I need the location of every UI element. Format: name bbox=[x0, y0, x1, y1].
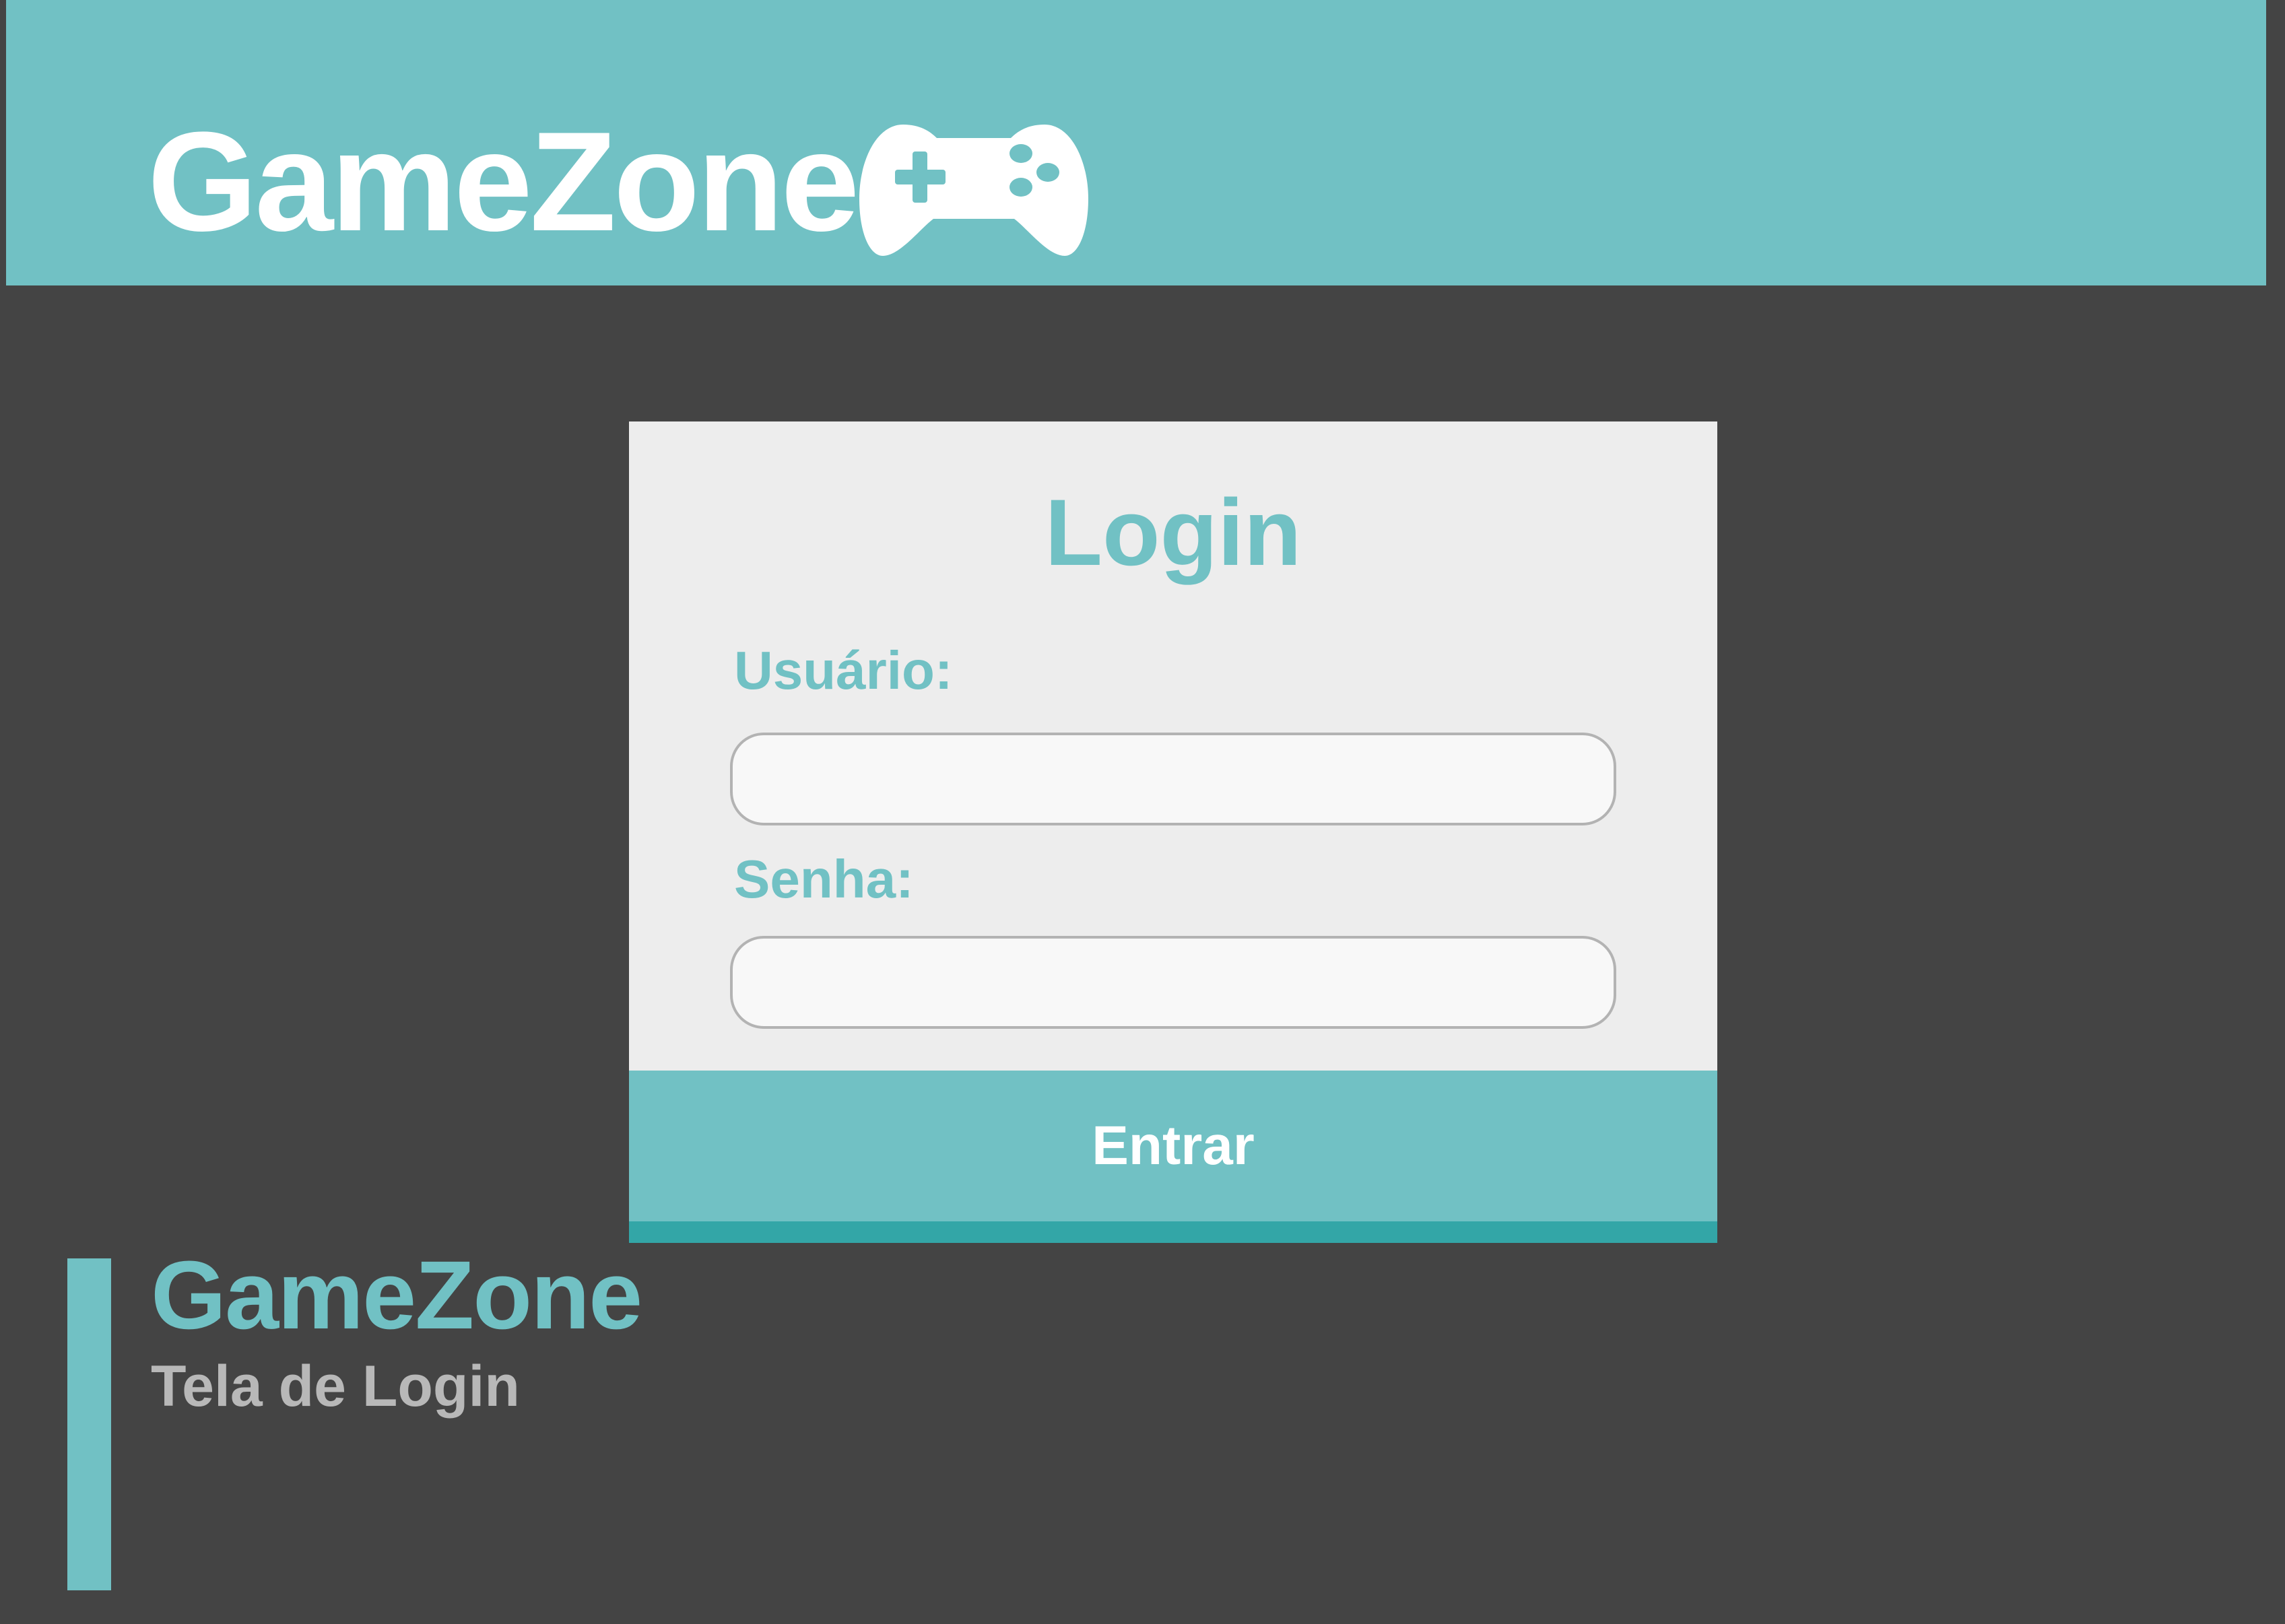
login-card: Login Usuário: Senha: Entrar bbox=[629, 421, 1717, 1243]
caption-accent-bar bbox=[67, 1258, 111, 1590]
submit-button-stripe bbox=[629, 1221, 1717, 1243]
brand-title: GameZone bbox=[147, 102, 859, 261]
caption-title: GameZone bbox=[151, 1241, 642, 1349]
login-title: Login bbox=[1045, 479, 1302, 585]
password-label: Senha: bbox=[734, 849, 914, 909]
gamepad-icon bbox=[859, 125, 1088, 256]
username-input[interactable] bbox=[730, 733, 1616, 825]
top-header: GameZone bbox=[6, 0, 2266, 285]
submit-button[interactable]: Entrar bbox=[629, 1071, 1717, 1221]
password-input[interactable] bbox=[730, 936, 1616, 1029]
username-label: Usuário: bbox=[734, 640, 953, 700]
page: GameZone Login Usuário: Senha: Entrar Ga… bbox=[0, 0, 2285, 1624]
caption-subtitle: Tela de Login bbox=[151, 1354, 520, 1419]
